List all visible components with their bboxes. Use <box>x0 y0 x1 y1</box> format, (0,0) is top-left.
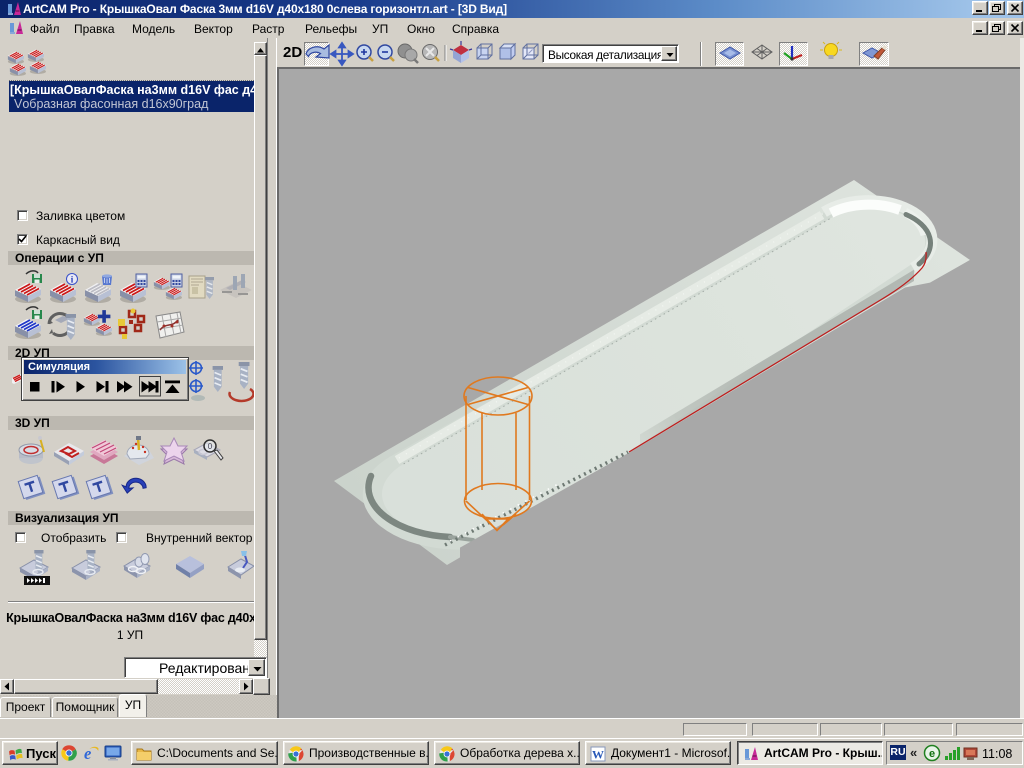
svg-text:W: W <box>592 748 604 762</box>
svg-text:e: e <box>929 748 935 760</box>
svg-text:e: e <box>84 745 91 762</box>
